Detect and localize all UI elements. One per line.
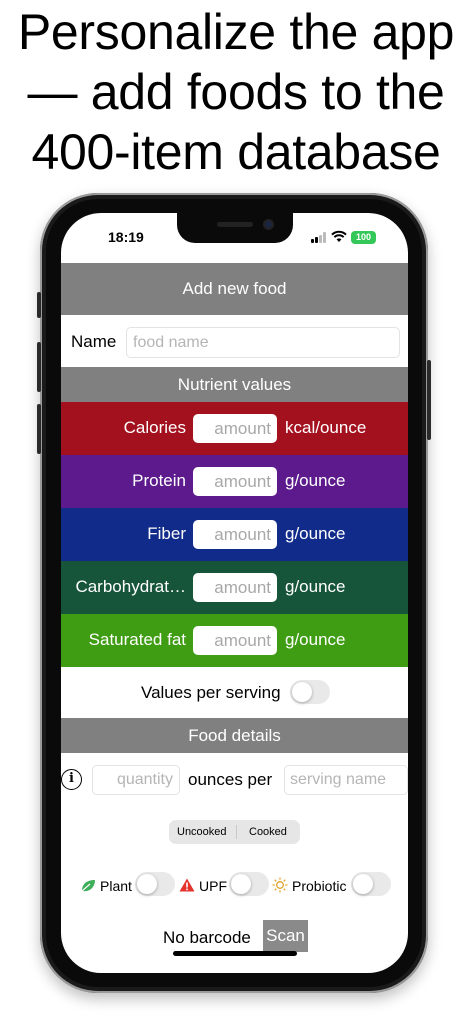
nutrient-label: Protein <box>132 471 186 490</box>
nutrient-label: Fiber <box>147 524 186 543</box>
segment-uncooked[interactable]: Uncooked <box>177 826 227 838</box>
food-details-title: Food details <box>188 726 281 745</box>
battery-icon: 100 <box>351 231 376 244</box>
nutrient-unit: g/ounce <box>285 577 346 596</box>
name-row: Name food name <box>61 315 408 367</box>
serving-name-input[interactable]: serving name <box>284 765 408 795</box>
phone-volume-up-button <box>37 342 41 392</box>
nutrient-unit: kcal/ounce <box>285 418 367 437</box>
food-name-input[interactable]: food name <box>126 327 400 358</box>
calories-amount-input[interactable]: amount <box>193 414 277 443</box>
nutrient-row-carbohydrates: Carbohydrat… amount g/ounce <box>61 561 408 614</box>
scan-button[interactable]: Scan <box>263 920 308 952</box>
signal-icon <box>311 232 326 243</box>
carbohydrates-amount-input[interactable]: amount <box>193 573 277 602</box>
headline-line-3: 400-item database <box>31 124 441 180</box>
plant-label: Plant <box>100 878 132 894</box>
nutrient-unit: g/ounce <box>285 524 346 543</box>
wifi-icon <box>331 230 347 242</box>
nutrient-values-title: Nutrient values <box>177 375 292 394</box>
phone-screen: 18:19 100 Add new food Name food name Nu… <box>61 213 408 973</box>
ounces-per-label: ounces per <box>188 770 273 789</box>
add-food-title: Add new food <box>182 279 287 298</box>
quantity-input[interactable]: quantity <box>92 765 180 795</box>
values-per-serving-toggle[interactable] <box>290 680 330 704</box>
leaf-icon <box>81 880 95 892</box>
probiotic-label: Probiotic <box>292 878 347 894</box>
promo-headline: Personalize the app — add foods to the 4… <box>0 2 472 182</box>
home-indicator[interactable] <box>173 951 297 956</box>
protein-amount-input[interactable]: amount <box>193 467 277 496</box>
notch <box>177 213 293 243</box>
nutrient-values-header: Nutrient values <box>61 367 408 402</box>
fiber-amount-input[interactable]: amount <box>193 520 277 549</box>
food-details-header: Food details <box>61 718 408 753</box>
cooked-segmented-control: Uncooked Cooked <box>169 820 300 844</box>
nutrient-label: Calories <box>123 418 186 437</box>
sun-icon <box>272 877 288 893</box>
add-food-header: Add new food <box>61 263 408 315</box>
nutrient-label: Carbohydrat… <box>75 577 186 596</box>
nutrient-unit: g/ounce <box>285 630 346 649</box>
nutrient-row-protein: Protein amount g/ounce <box>61 455 408 508</box>
segment-divider <box>236 825 237 839</box>
warning-icon <box>179 878 195 892</box>
info-icon[interactable]: i <box>61 769 82 790</box>
phone-power-button <box>427 360 431 440</box>
nutrient-row-fiber: Fiber amount g/ounce <box>61 508 408 561</box>
name-label: Name <box>71 332 117 351</box>
headline-line-2: — add foods to the <box>27 64 445 120</box>
plant-toggle[interactable] <box>135 872 175 896</box>
nutrient-row-saturated-fat: Saturated fat amount g/ounce <box>61 614 408 667</box>
probiotic-toggle[interactable] <box>351 872 391 896</box>
nutrient-row-calories: Calories amount kcal/ounce <box>61 402 408 455</box>
phone-volume-down-button <box>37 404 41 454</box>
segment-cooked[interactable]: Cooked <box>249 826 287 838</box>
nutrient-label: Saturated fat <box>88 630 186 649</box>
nutrient-unit: g/ounce <box>285 471 346 490</box>
upf-label: UPF <box>199 878 227 894</box>
upf-toggle[interactable] <box>229 872 269 896</box>
speaker-grille <box>217 222 253 227</box>
barcode-status: No barcode <box>163 928 251 947</box>
front-camera <box>263 219 274 230</box>
values-per-serving-label: Values per serving <box>141 683 281 702</box>
saturated-fat-amount-input[interactable]: amount <box>193 626 277 655</box>
headline-line-1: Personalize the app <box>17 4 455 60</box>
phone-side-button <box>37 292 41 318</box>
status-time: 18:19 <box>108 229 144 245</box>
